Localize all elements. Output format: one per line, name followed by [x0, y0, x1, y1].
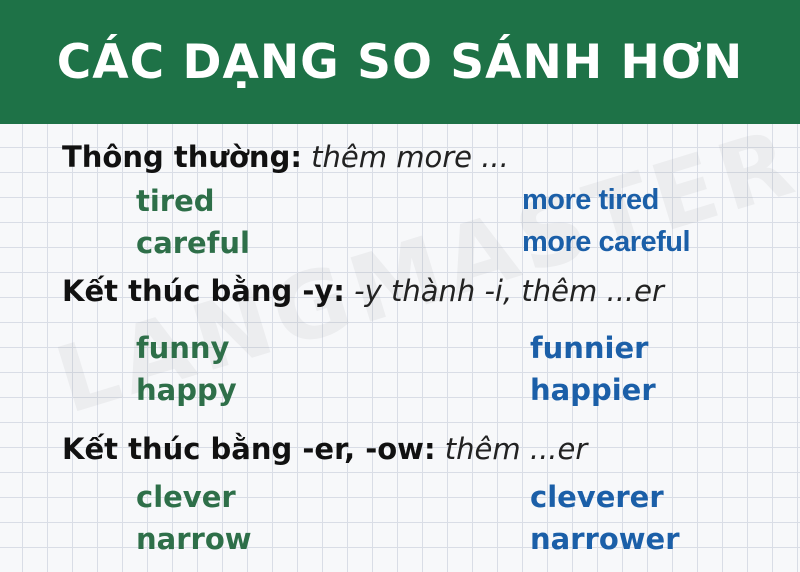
section-rule: thêm ...er [444, 432, 588, 466]
comparative-word: more tired [522, 184, 659, 216]
base-word: careful [136, 226, 250, 260]
comparative-word: more careful [522, 226, 691, 258]
comparative-word: narrower [530, 522, 680, 556]
comparative-word: funnier [530, 331, 649, 365]
base-word: narrow [136, 522, 252, 556]
section-rule: -y thành -i, thêm ...er [354, 274, 664, 308]
section-label: Thông thường: [62, 140, 302, 174]
base-word: tired [136, 184, 215, 218]
section-label: Kết thúc bằng -er, -ow: [62, 432, 436, 466]
comparative-word: happier [530, 373, 656, 407]
page-title: CÁC DẠNG SO SÁNH HƠN [56, 34, 744, 90]
base-word: happy [136, 373, 237, 407]
comparative-word: cleverer [530, 480, 664, 514]
section-heading-regular: Thông thường: thêm more ... [62, 140, 509, 174]
section-heading-ends-with-y: Kết thúc bằng -y: -y thành -i, thêm ...e… [62, 274, 664, 308]
base-word: funny [136, 331, 230, 365]
section-label: Kết thúc bằng -y: [62, 274, 345, 308]
section-heading-ends-with-er-ow: Kết thúc bằng -er, -ow: thêm ...er [62, 432, 587, 466]
title-banner: CÁC DẠNG SO SÁNH HƠN [0, 0, 800, 124]
section-rule: thêm more ... [311, 140, 509, 174]
base-word: clever [136, 480, 236, 514]
